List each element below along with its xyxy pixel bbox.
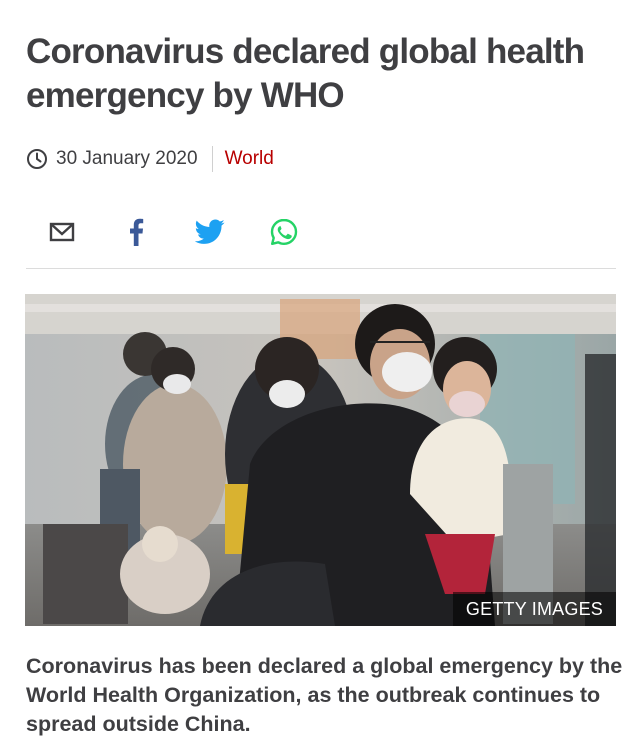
email-icon	[49, 222, 75, 242]
article-meta: 30 January 2020 World	[26, 144, 274, 174]
share-twitter-button[interactable]	[192, 214, 228, 250]
facebook-icon	[130, 218, 144, 246]
whatsapp-icon	[270, 218, 298, 245]
article-photo[interactable]: GETTY IMAGES	[25, 294, 616, 626]
share-bar	[44, 212, 340, 252]
image-credit: GETTY IMAGES	[452, 592, 616, 626]
publish-date: 30 January 2020	[56, 148, 198, 169]
section-link[interactable]: World	[225, 148, 274, 170]
article-summary: Coronavirus has been declared a global e…	[26, 654, 623, 736]
meta-divider	[211, 146, 213, 172]
share-whatsapp-button[interactable]	[266, 214, 302, 250]
photo-illustration	[25, 294, 616, 626]
share-facebook-button[interactable]	[118, 214, 154, 250]
clock-icon	[27, 149, 47, 169]
headline: Coronavirus declared global health emerg…	[26, 32, 585, 115]
share-email-button[interactable]	[44, 214, 80, 250]
divider-line	[26, 268, 616, 269]
twitter-icon	[195, 219, 225, 244]
